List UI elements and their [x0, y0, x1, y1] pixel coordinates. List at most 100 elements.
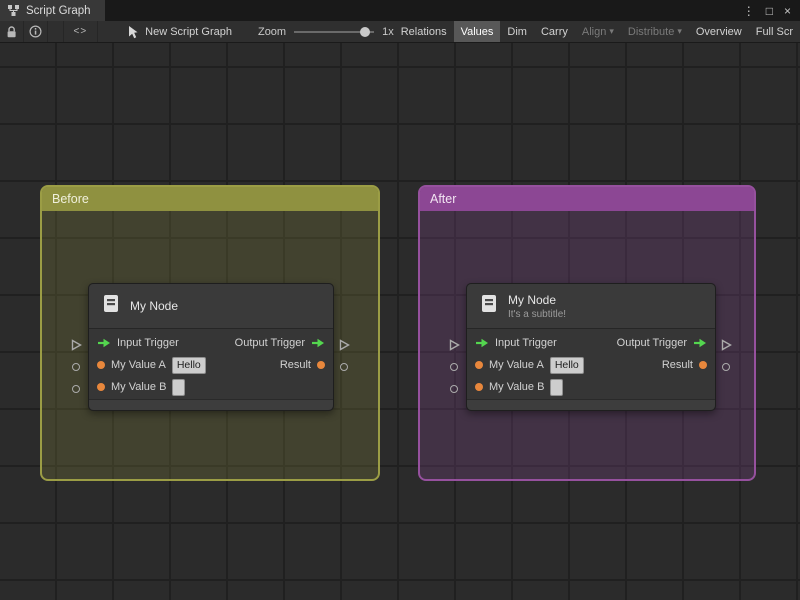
group-after-header[interactable]: After [420, 187, 754, 211]
values-button[interactable]: Values [453, 21, 501, 42]
node-title: My Node [130, 299, 179, 313]
values-label: Values [460, 25, 494, 38]
zoom-control: Zoom 1x [258, 26, 394, 38]
script-graph-icon [7, 4, 20, 17]
code-icon: <> [73, 26, 88, 37]
node-row-value-b: My Value B [89, 376, 333, 398]
external-value-port-icon[interactable] [72, 363, 80, 371]
port-label: Result [279, 359, 311, 371]
flow-output-port[interactable] [311, 338, 325, 348]
flow-output-port[interactable] [693, 338, 707, 348]
graph-name-label: New Script Graph [145, 25, 232, 38]
port-label: My Value B [111, 381, 167, 393]
node-row-trigger: Input Trigger Output Trigger [467, 332, 715, 354]
external-flow-port-icon[interactable] [70, 339, 82, 351]
lock-icon [7, 25, 16, 37]
zoom-slider-knob[interactable] [360, 26, 371, 37]
node-title: My Node [508, 292, 557, 307]
external-value-port-icon[interactable] [340, 363, 348, 371]
group-before-header[interactable]: Before [42, 187, 378, 211]
port-label: Input Trigger [495, 337, 557, 349]
node-row-value-b: My Value B [467, 376, 715, 398]
graph-canvas[interactable]: Before After My Node Input Trigger Outpu… [0, 43, 800, 600]
port-label: Output Trigger [234, 337, 305, 349]
group-after-label: After [430, 192, 457, 206]
external-value-port-icon[interactable] [72, 385, 80, 393]
graph-toolbar: <> New Script Graph Zoom 1x Relations Va… [0, 21, 800, 43]
distribute-button[interactable]: Distribute ▾ [621, 21, 689, 42]
value-input-port[interactable] [475, 361, 483, 369]
value-output-port[interactable] [699, 361, 707, 369]
overview-label: Overview [695, 25, 742, 38]
external-value-port-icon[interactable] [450, 385, 458, 393]
unit-icon [101, 293, 121, 319]
relations-label: Relations [400, 25, 447, 38]
node-row-value-a: My Value A Hello Result [89, 354, 333, 376]
kebab-menu-icon[interactable]: ⋮ [743, 5, 755, 17]
group-before-label: Before [52, 192, 89, 206]
script-graph-window: Script Graph ⋮ □ × <> New Script Graph Z… [0, 0, 800, 600]
graph-pointer-icon [129, 25, 138, 38]
flow-input-port[interactable] [97, 338, 111, 348]
unit-icon [479, 293, 499, 319]
external-value-port-icon[interactable] [450, 363, 458, 371]
zoom-value: 1x [382, 25, 394, 38]
zoom-slider[interactable] [294, 26, 375, 38]
value-b-field[interactable] [172, 378, 186, 396]
port-label: My Value A [111, 359, 166, 371]
node-my-node-after[interactable]: My Node It's a subtitle! Input Trigger O… [466, 283, 716, 411]
external-flow-port-icon[interactable] [448, 339, 460, 351]
external-value-port-icon[interactable] [722, 363, 730, 371]
toolbar-divider [48, 21, 64, 42]
info-icon [29, 25, 42, 38]
value-input-port[interactable] [97, 361, 105, 369]
align-label: Align [581, 25, 607, 38]
node-footer [89, 399, 333, 410]
code-view-button[interactable]: <> [64, 21, 99, 42]
overview-button[interactable]: Overview [689, 21, 749, 42]
value-a-field[interactable]: Hello [549, 356, 584, 374]
chevron-down-icon: ▾ [677, 26, 682, 36]
value-input-port[interactable] [475, 383, 483, 391]
node-row-value-a: My Value A Hello Result [467, 354, 715, 376]
distribute-label: Distribute [627, 25, 675, 38]
carry-button[interactable]: Carry [534, 21, 575, 42]
fullscreen-label: Full Scr [755, 25, 793, 38]
window-controls: ⋮ □ × [743, 0, 800, 21]
chevron-down-icon: ▾ [609, 26, 614, 36]
close-icon[interactable]: × [784, 5, 791, 17]
value-b-field[interactable] [550, 378, 564, 396]
port-label: Result [661, 359, 693, 371]
toolbar-buttons: Relations Values Dim Carry Align ▾ Distr… [394, 21, 800, 42]
graph-selector[interactable]: New Script Graph [126, 25, 232, 39]
external-flow-port-icon[interactable] [338, 339, 350, 351]
tab-script-graph[interactable]: Script Graph [0, 0, 105, 21]
info-button[interactable] [24, 21, 49, 42]
value-input-port[interactable] [97, 383, 105, 391]
port-label: My Value B [489, 381, 545, 393]
dim-label: Dim [507, 25, 527, 38]
node-body: Input Trigger Output Trigger My Value A … [467, 329, 715, 399]
maximize-icon[interactable]: □ [766, 5, 773, 17]
external-flow-port-icon[interactable] [720, 339, 732, 351]
dim-button[interactable]: Dim [500, 21, 534, 42]
relations-button[interactable]: Relations [394, 21, 454, 42]
tab-title: Script Graph [26, 4, 91, 17]
node-row-trigger: Input Trigger Output Trigger [89, 332, 333, 354]
flow-input-port[interactable] [475, 338, 489, 348]
node-header[interactable]: My Node It's a subtitle! [467, 284, 715, 329]
node-footer [467, 399, 715, 410]
value-a-field[interactable]: Hello [171, 356, 206, 374]
node-header[interactable]: My Node [89, 284, 333, 329]
fullscreen-button[interactable]: Full Scr [749, 21, 800, 42]
node-my-node-before[interactable]: My Node Input Trigger Output Trigger My … [88, 283, 334, 411]
lock-button[interactable] [0, 21, 25, 42]
value-output-port[interactable] [317, 361, 325, 369]
carry-label: Carry [540, 25, 568, 38]
node-body: Input Trigger Output Trigger My Value A … [89, 329, 333, 399]
align-button[interactable]: Align ▾ [575, 21, 621, 42]
zoom-label: Zoom [257, 25, 287, 38]
node-subtitle: It's a subtitle! [508, 308, 567, 320]
port-label: Input Trigger [117, 337, 179, 349]
tab-bar: Script Graph ⋮ □ × [0, 0, 800, 21]
